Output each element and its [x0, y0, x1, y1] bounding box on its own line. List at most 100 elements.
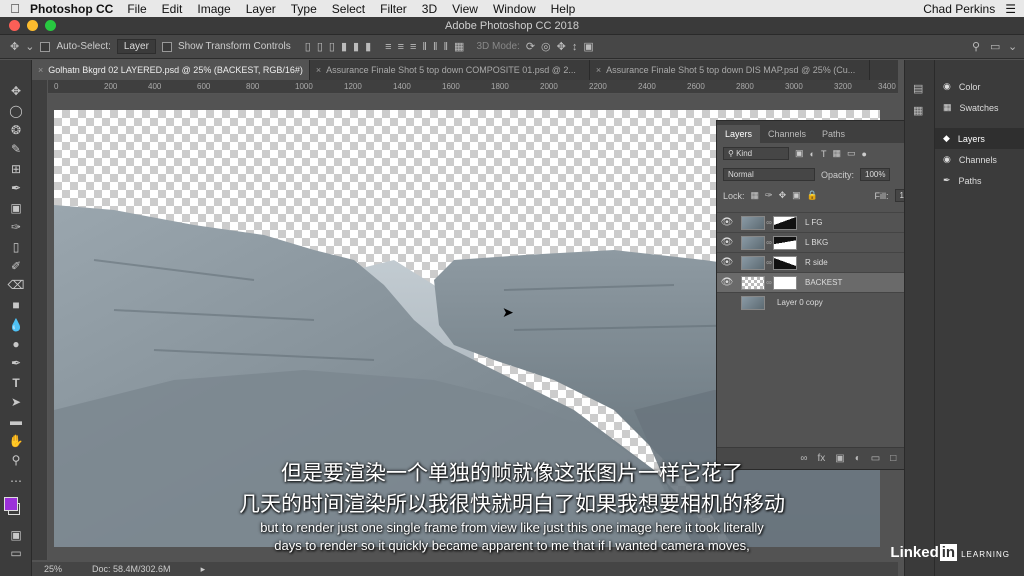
filter-adjustment-icon[interactable]: ◐	[810, 149, 815, 159]
layer-name[interactable]: Layer 0 copy	[777, 298, 823, 307]
distribute-top-icon[interactable]: ≡	[385, 41, 391, 53]
3d-camera-icon[interactable]: ▣	[583, 40, 593, 53]
menu-view[interactable]: View	[452, 2, 478, 16]
lock-image-icon[interactable]: ✑	[765, 190, 773, 201]
align-vcenter-icon[interactable]: ▯	[317, 40, 323, 53]
doc-size[interactable]: Doc: 58.4M/302.6M	[92, 564, 171, 574]
3d-roll-icon[interactable]: ◎	[541, 40, 551, 53]
hand-tool-icon[interactable]: ✋	[6, 432, 26, 450]
menu-select[interactable]: Select	[332, 2, 365, 16]
zoom-level[interactable]: 25%	[44, 564, 62, 574]
align-hcenter-icon[interactable]: ▮	[353, 40, 359, 53]
tab-paths[interactable]: Paths	[814, 125, 853, 143]
filter-kind-dropdown[interactable]: ⚲ Kind	[723, 147, 789, 160]
shape-tool-icon[interactable]: ▬	[6, 412, 26, 430]
3d-orbit-icon[interactable]: ⟳	[526, 40, 535, 53]
apple-icon[interactable]: 	[0, 1, 30, 16]
align-bottom-icon[interactable]: ▯	[329, 40, 335, 53]
dock-color[interactable]: ◉ Color	[935, 76, 1024, 97]
user-name[interactable]: Chad Perkins	[923, 2, 995, 16]
auto-align-icon[interactable]: ▦	[454, 40, 464, 53]
layer-mask-thumbnail[interactable]	[773, 255, 797, 270]
healing-brush-tool-icon[interactable]: ▣	[6, 199, 26, 217]
lock-all-icon[interactable]: 🔒	[807, 190, 818, 201]
menu-type[interactable]: Type	[291, 2, 317, 16]
close-tab-icon[interactable]: ×	[38, 65, 43, 75]
menu-file[interactable]: File	[127, 2, 146, 16]
layer-name[interactable]: R side	[805, 258, 828, 267]
lasso-tool-icon[interactable]: ❂	[6, 121, 26, 139]
align-right-icon[interactable]: ▮	[365, 40, 371, 53]
doc-tab-dis-map[interactable]: × Assurance Finale Shot 5 top down DIS MA…	[590, 60, 870, 80]
show-transform-checkbox[interactable]	[161, 41, 172, 52]
filter-pixel-icon[interactable]: ▣	[795, 148, 804, 159]
dock-swatches[interactable]: ▦ Swatches	[935, 97, 1024, 118]
notification-list-icon[interactable]: ☰	[1005, 2, 1016, 16]
history-brush-tool-icon[interactable]: ✐	[6, 257, 26, 275]
menu-edit[interactable]: Edit	[162, 2, 183, 16]
filter-smart-object-icon[interactable]: ▭	[847, 148, 856, 159]
dodge-tool-icon[interactable]: ●	[6, 335, 26, 353]
pen-tool-icon[interactable]: ✒	[6, 354, 26, 372]
app-name-menu[interactable]: Photoshop CC	[30, 2, 113, 16]
quick-select-tool-icon[interactable]: ✎	[6, 140, 26, 158]
distribute-bottom-icon[interactable]: ≡	[410, 41, 416, 53]
brush-tool-icon[interactable]: ✑	[6, 218, 26, 236]
properties-panel-icon[interactable]: ▦	[913, 104, 923, 117]
distribute-vcenter-icon[interactable]: ≡	[398, 41, 404, 53]
layer-thumbnail[interactable]	[741, 295, 765, 310]
visibility-eye-icon[interactable]: 👁	[717, 257, 737, 268]
eyedropper-tool-icon[interactable]: ✒	[6, 179, 26, 197]
workspace-chevron-icon[interactable]: ⌄	[1008, 40, 1017, 53]
layer-mask-thumbnail[interactable]	[773, 215, 797, 230]
3d-pan-icon[interactable]: ✥	[557, 40, 566, 53]
layer-thumbnail[interactable]	[741, 215, 765, 230]
mask-link-icon[interactable]: ∞	[765, 258, 773, 267]
layer-thumbnail[interactable]	[741, 255, 765, 270]
layer-mask-thumbnail[interactable]	[773, 275, 797, 290]
layer-thumbnail[interactable]	[741, 235, 765, 250]
layer-thumbnail[interactable]	[741, 275, 765, 290]
mask-link-icon[interactable]: ∞	[765, 278, 773, 287]
opacity-field[interactable]: 100%	[860, 168, 891, 181]
doc-tab-composite[interactable]: × Assurance Finale Shot 5 top down COMPOS…	[310, 60, 590, 80]
menu-3d[interactable]: 3D	[422, 2, 437, 16]
dock-paths[interactable]: ✒ Paths	[935, 170, 1024, 191]
visibility-eye-icon[interactable]: 👁	[717, 217, 737, 228]
menu-layer[interactable]: Layer	[246, 2, 276, 16]
distribute-hcenter-icon[interactable]: ‖	[433, 41, 438, 53]
filter-toggle-icon[interactable]: ●	[861, 149, 866, 159]
lock-transparent-icon[interactable]: ▦	[751, 190, 760, 201]
marquee-tool-icon[interactable]: ◯	[6, 102, 26, 120]
distribute-left-icon[interactable]: ‖	[422, 41, 427, 53]
close-tab-icon[interactable]: ×	[596, 65, 601, 75]
mask-link-icon[interactable]: ∞	[765, 218, 773, 227]
blur-tool-icon[interactable]: 💧	[6, 316, 26, 334]
doc-tab-golhatn[interactable]: × Golhatn Bkgrd 02 LAYERED.psd @ 25% (BAC…	[32, 60, 310, 80]
layer-mask-thumbnail[interactable]	[773, 235, 797, 250]
menu-image[interactable]: Image	[197, 2, 230, 16]
status-arrow-icon[interactable]: ▸	[201, 564, 206, 575]
dock-layers[interactable]: ◆ Layers	[935, 128, 1024, 149]
crop-tool-icon[interactable]: ⊞	[6, 160, 26, 178]
layer-name[interactable]: L BKG	[805, 238, 828, 247]
layer-row-l-fg[interactable]: 👁 ∞ L FG	[717, 212, 931, 232]
lock-artboard-icon[interactable]: ▣	[792, 190, 801, 201]
visibility-eye-icon[interactable]: 👁	[717, 277, 737, 288]
eraser-tool-icon[interactable]: ⌫	[6, 276, 26, 294]
align-left-icon[interactable]: ▮	[341, 40, 347, 53]
auto-select-dropdown[interactable]: Layer	[116, 39, 156, 54]
filter-shape-icon[interactable]: ▦	[832, 148, 841, 159]
3d-slide-icon[interactable]: ↕	[572, 41, 578, 53]
filter-type-icon[interactable]: T	[821, 149, 827, 159]
move-tool-icon[interactable]: ✥	[6, 82, 26, 100]
move-tool-icon[interactable]: ✥	[10, 40, 19, 53]
blend-mode-dropdown[interactable]: Normal	[723, 168, 815, 181]
workspace-icon[interactable]: ▭	[990, 40, 1000, 53]
align-top-icon[interactable]: ▯	[305, 40, 311, 53]
menu-window[interactable]: Window	[493, 2, 536, 16]
distribute-right-icon[interactable]: ‖	[444, 41, 449, 53]
horizontal-ruler[interactable]: 0 200 400 600 800 1000 1200 1400 1600 18…	[48, 80, 898, 94]
menu-help[interactable]: Help	[551, 2, 576, 16]
tab-layers[interactable]: Layers	[717, 125, 761, 143]
